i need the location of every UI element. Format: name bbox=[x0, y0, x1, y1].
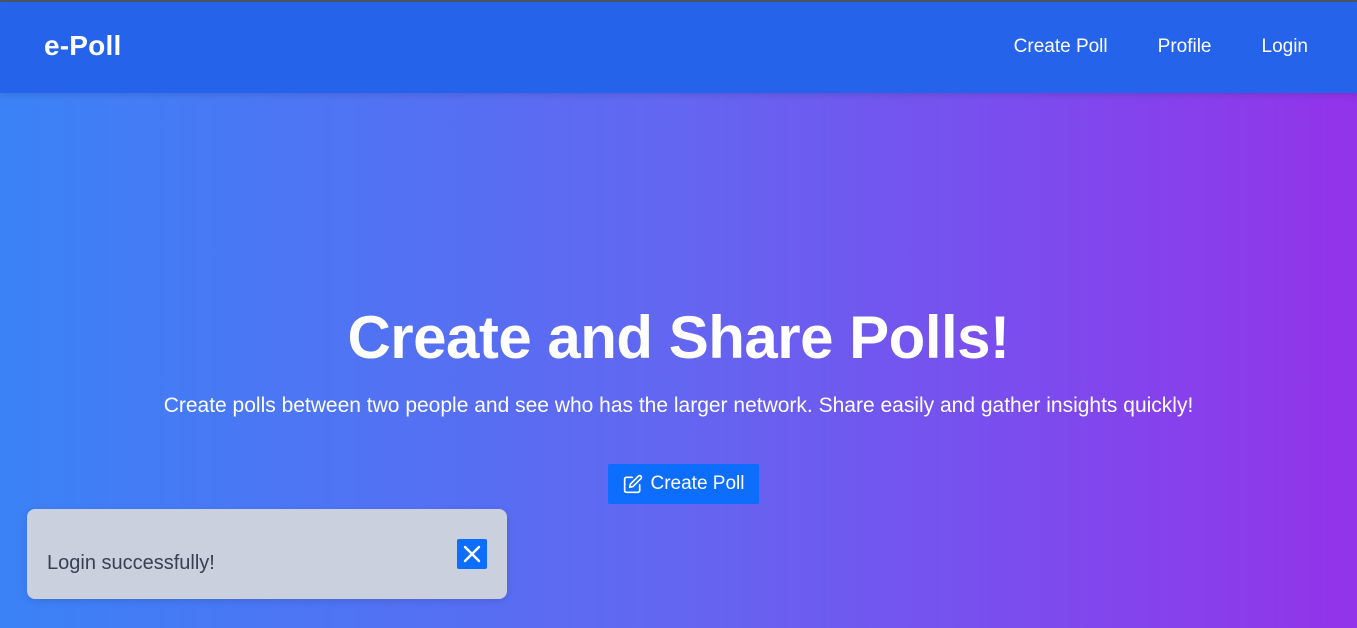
navbar: e-Poll Create Poll Profile Login bbox=[0, 2, 1357, 93]
nav-link-profile[interactable]: Profile bbox=[1158, 36, 1212, 58]
edit-icon bbox=[623, 474, 642, 494]
nav-link-create-poll[interactable]: Create Poll bbox=[1014, 36, 1108, 58]
toast-close-button[interactable] bbox=[457, 539, 487, 569]
nav-link-login[interactable]: Login bbox=[1262, 36, 1309, 58]
nav-links: Create Poll Profile Login bbox=[1014, 36, 1308, 58]
hero-title: Create and Share Polls! bbox=[347, 304, 1010, 371]
toast-message: Login successfully! bbox=[47, 552, 215, 574]
hero-subtitle: Create polls between two people and see … bbox=[163, 394, 1194, 417]
brand-logo[interactable]: e-Poll bbox=[44, 30, 121, 62]
close-icon bbox=[463, 545, 481, 563]
create-poll-button-label: Create Poll bbox=[650, 473, 745, 494]
create-poll-button[interactable]: Create Poll bbox=[608, 464, 759, 504]
toast-notification: Login successfully! bbox=[27, 509, 507, 599]
